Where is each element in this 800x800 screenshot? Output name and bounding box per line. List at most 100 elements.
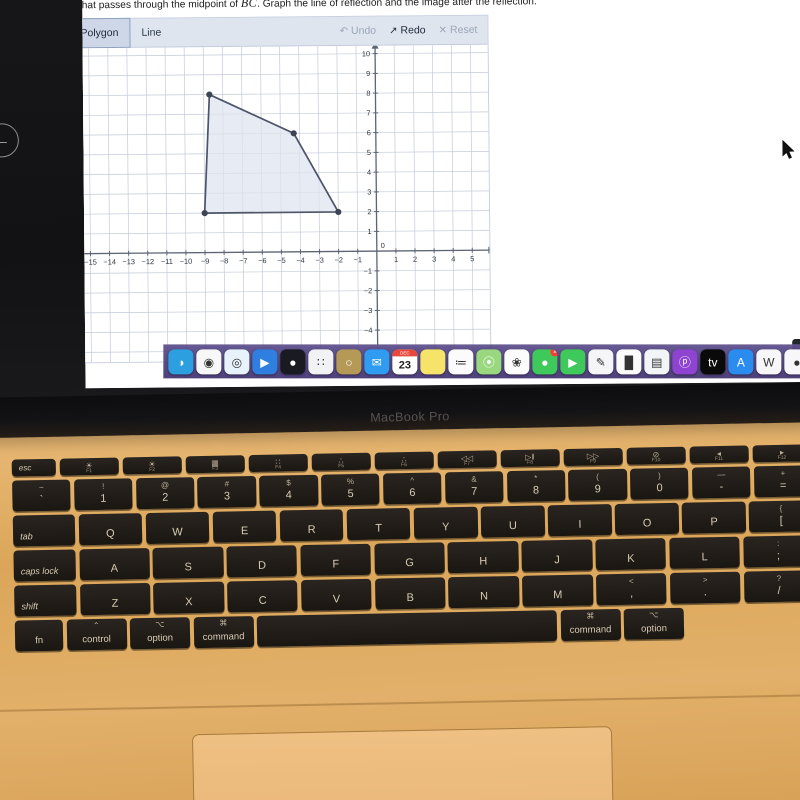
key--[interactable]: — - [691,466,751,499]
key-command-5[interactable]: ⌘ command [560,608,621,642]
dock-item-facetime[interactable]: ▶ [252,349,278,375]
key-9[interactable]: (9 [568,468,628,501]
dock-item-safari[interactable]: ◎ [224,349,250,375]
key-`[interactable]: ~ ` [12,479,71,512]
dock-item-apple-tv[interactable]: tv [700,349,726,375]
undo-button[interactable]: ↶ Undo [340,25,377,37]
key-f3[interactable]: ▦ F3 [185,455,245,474]
dock-item-app-store[interactable]: A [728,349,754,375]
dock-item-numbers[interactable]: █ [616,349,642,375]
dock-item-finder[interactable]: ◑ [168,349,194,375]
key-f4[interactable]: ∷ F4 [248,453,308,473]
key-7[interactable]: & 7 [444,471,504,504]
redo-button[interactable]: ↗ Redo [389,24,426,36]
key-/[interactable]: ? / [743,570,800,603]
key-0[interactable]: ) 0 [630,467,689,500]
key-Y[interactable]: Y [413,506,478,539]
key-3[interactable]: #3 [197,475,257,509]
dock-item-photos[interactable]: ❀ [504,349,530,375]
dock-item-launchpad[interactable]: ∷ [308,349,334,375]
key-f5[interactable]: ∴ F5 [311,452,371,471]
key-f9[interactable]: ▷▷ F9 [563,447,623,467]
key-X[interactable]: X [153,581,225,614]
key-T[interactable]: T [346,507,411,541]
key-f8[interactable]: ▷‖ F8 [500,449,560,468]
key-2[interactable]: @2 [135,477,195,510]
key-U[interactable]: U [480,505,545,538]
dock-item-siri[interactable]: ● [280,349,306,375]
key-shift[interactable]: shift [14,584,77,617]
key-A[interactable]: A [78,547,150,581]
dock-item-messages[interactable]: ● 1 [532,349,558,375]
dock-item-podcasts[interactable]: ⓟ [672,349,698,375]
key-H[interactable]: H [447,540,519,574]
key-option-6[interactable]: ⌥ option [623,607,685,640]
tab-line[interactable]: Line [130,18,172,46]
trackpad[interactable] [191,726,615,800]
macos-dock[interactable]: ◑◉◎▶●∷○✉DEC23≔⦿❀●1▶✎█▤ⓟtvAW●P [163,344,800,379]
key-f7[interactable]: ◁◁ F7 [437,450,497,469]
key-caps-lock[interactable]: caps lock [13,549,76,582]
dock-item-contacts[interactable]: ○ [336,349,362,375]
key-fn-0[interactable]: fn [14,619,64,652]
back-button[interactable]: ← [0,122,20,158]
dock-item-chrome[interactable]: ◉ [196,349,222,375]
key-K[interactable]: K [595,538,667,571]
key-8[interactable]: * 8 [506,469,566,503]
key-command-3[interactable]: ⌘ command [193,616,254,649]
dock-item-maps[interactable]: ⦿ [476,349,502,375]
key-R[interactable]: R [279,509,344,542]
key-f10[interactable]: ⊘ F10 [626,446,686,465]
dock-item-word[interactable]: W [756,349,782,375]
tab-polygon[interactable]: Polygon [82,17,131,49]
key-esc[interactable]: esc [11,458,56,477]
key-,[interactable]: <, [596,573,667,606]
dock-item-pages[interactable]: ✎ [588,349,614,375]
key-D[interactable]: D [226,545,298,578]
key-;[interactable]: :; [742,535,800,568]
key-f2[interactable]: ☀ F2 [122,456,182,475]
key-f11[interactable]: ◂ F11 [689,445,749,464]
key-f1[interactable]: ☀ F1 [59,457,119,476]
key-f6[interactable]: ∴ F6 [374,451,434,470]
dock-item-notes[interactable] [420,349,446,375]
reset-button[interactable]: ✕ Reset [439,24,478,36]
key-I[interactable]: I [547,504,612,537]
dock-item-mail[interactable]: ✉ [364,349,390,375]
key-W[interactable]: W [145,511,210,545]
key-option-2[interactable]: ⌥ option [129,617,191,650]
key-.[interactable]: >. [669,571,741,604]
key-J[interactable]: J [521,539,593,572]
dock-item-keynote[interactable]: ▤ [644,349,670,375]
key-space-4[interactable] [256,610,558,647]
key-1[interactable]: ! 1 [73,478,133,511]
key-E[interactable]: E [212,510,277,543]
key-control-1[interactable]: ⌃ control [66,618,127,651]
key-6[interactable]: ^ 6 [382,472,442,505]
dock-item-messenger[interactable]: ● [784,349,800,375]
dock-item-facetime-2[interactable]: ▶ [560,349,586,375]
key-L[interactable]: L [669,536,741,570]
key-B[interactable]: B [374,577,446,610]
key-[[interactable]: {[ [749,500,800,533]
keyboard[interactable]: esc ☀ F1 ☀ F2 ▦ F3 ∷ F4 ∴ F5 ∴ F6 ◁◁ F7 ▷‖ F8 ▷▷ F9 ⊘ F10 ◂ F1… [11,444,800,655]
key-V[interactable]: V [300,578,372,612]
key-O[interactable]: O [614,502,680,536]
key-G[interactable]: G [374,542,445,575]
key-Q[interactable]: Q [78,513,143,546]
key-F[interactable]: F [300,543,372,577]
key-P[interactable]: P [681,501,747,534]
key-tab[interactable]: tab [12,514,76,547]
key-C[interactable]: C [227,580,299,613]
key-M[interactable]: M [522,574,594,607]
key-Z[interactable]: Z [79,582,151,616]
key-S[interactable]: S [152,546,224,579]
key-=[interactable]: + = [753,465,800,498]
dock-item-calendar[interactable]: DEC 23 [392,349,418,375]
coordinate-plane[interactable]: −15 −14 −13 −12 −11 −10 −9 −8 −7 −6 −5 −4 −3 −2 −1 1 2 3 4… [82,44,491,363]
key-f12[interactable]: ▸ F12 [752,444,800,463]
key-4[interactable]: $4 [259,474,319,507]
dock-item-reminders[interactable]: ≔ [448,349,474,375]
key-5[interactable]: % 5 [321,473,380,506]
key-N[interactable]: N [448,575,520,609]
